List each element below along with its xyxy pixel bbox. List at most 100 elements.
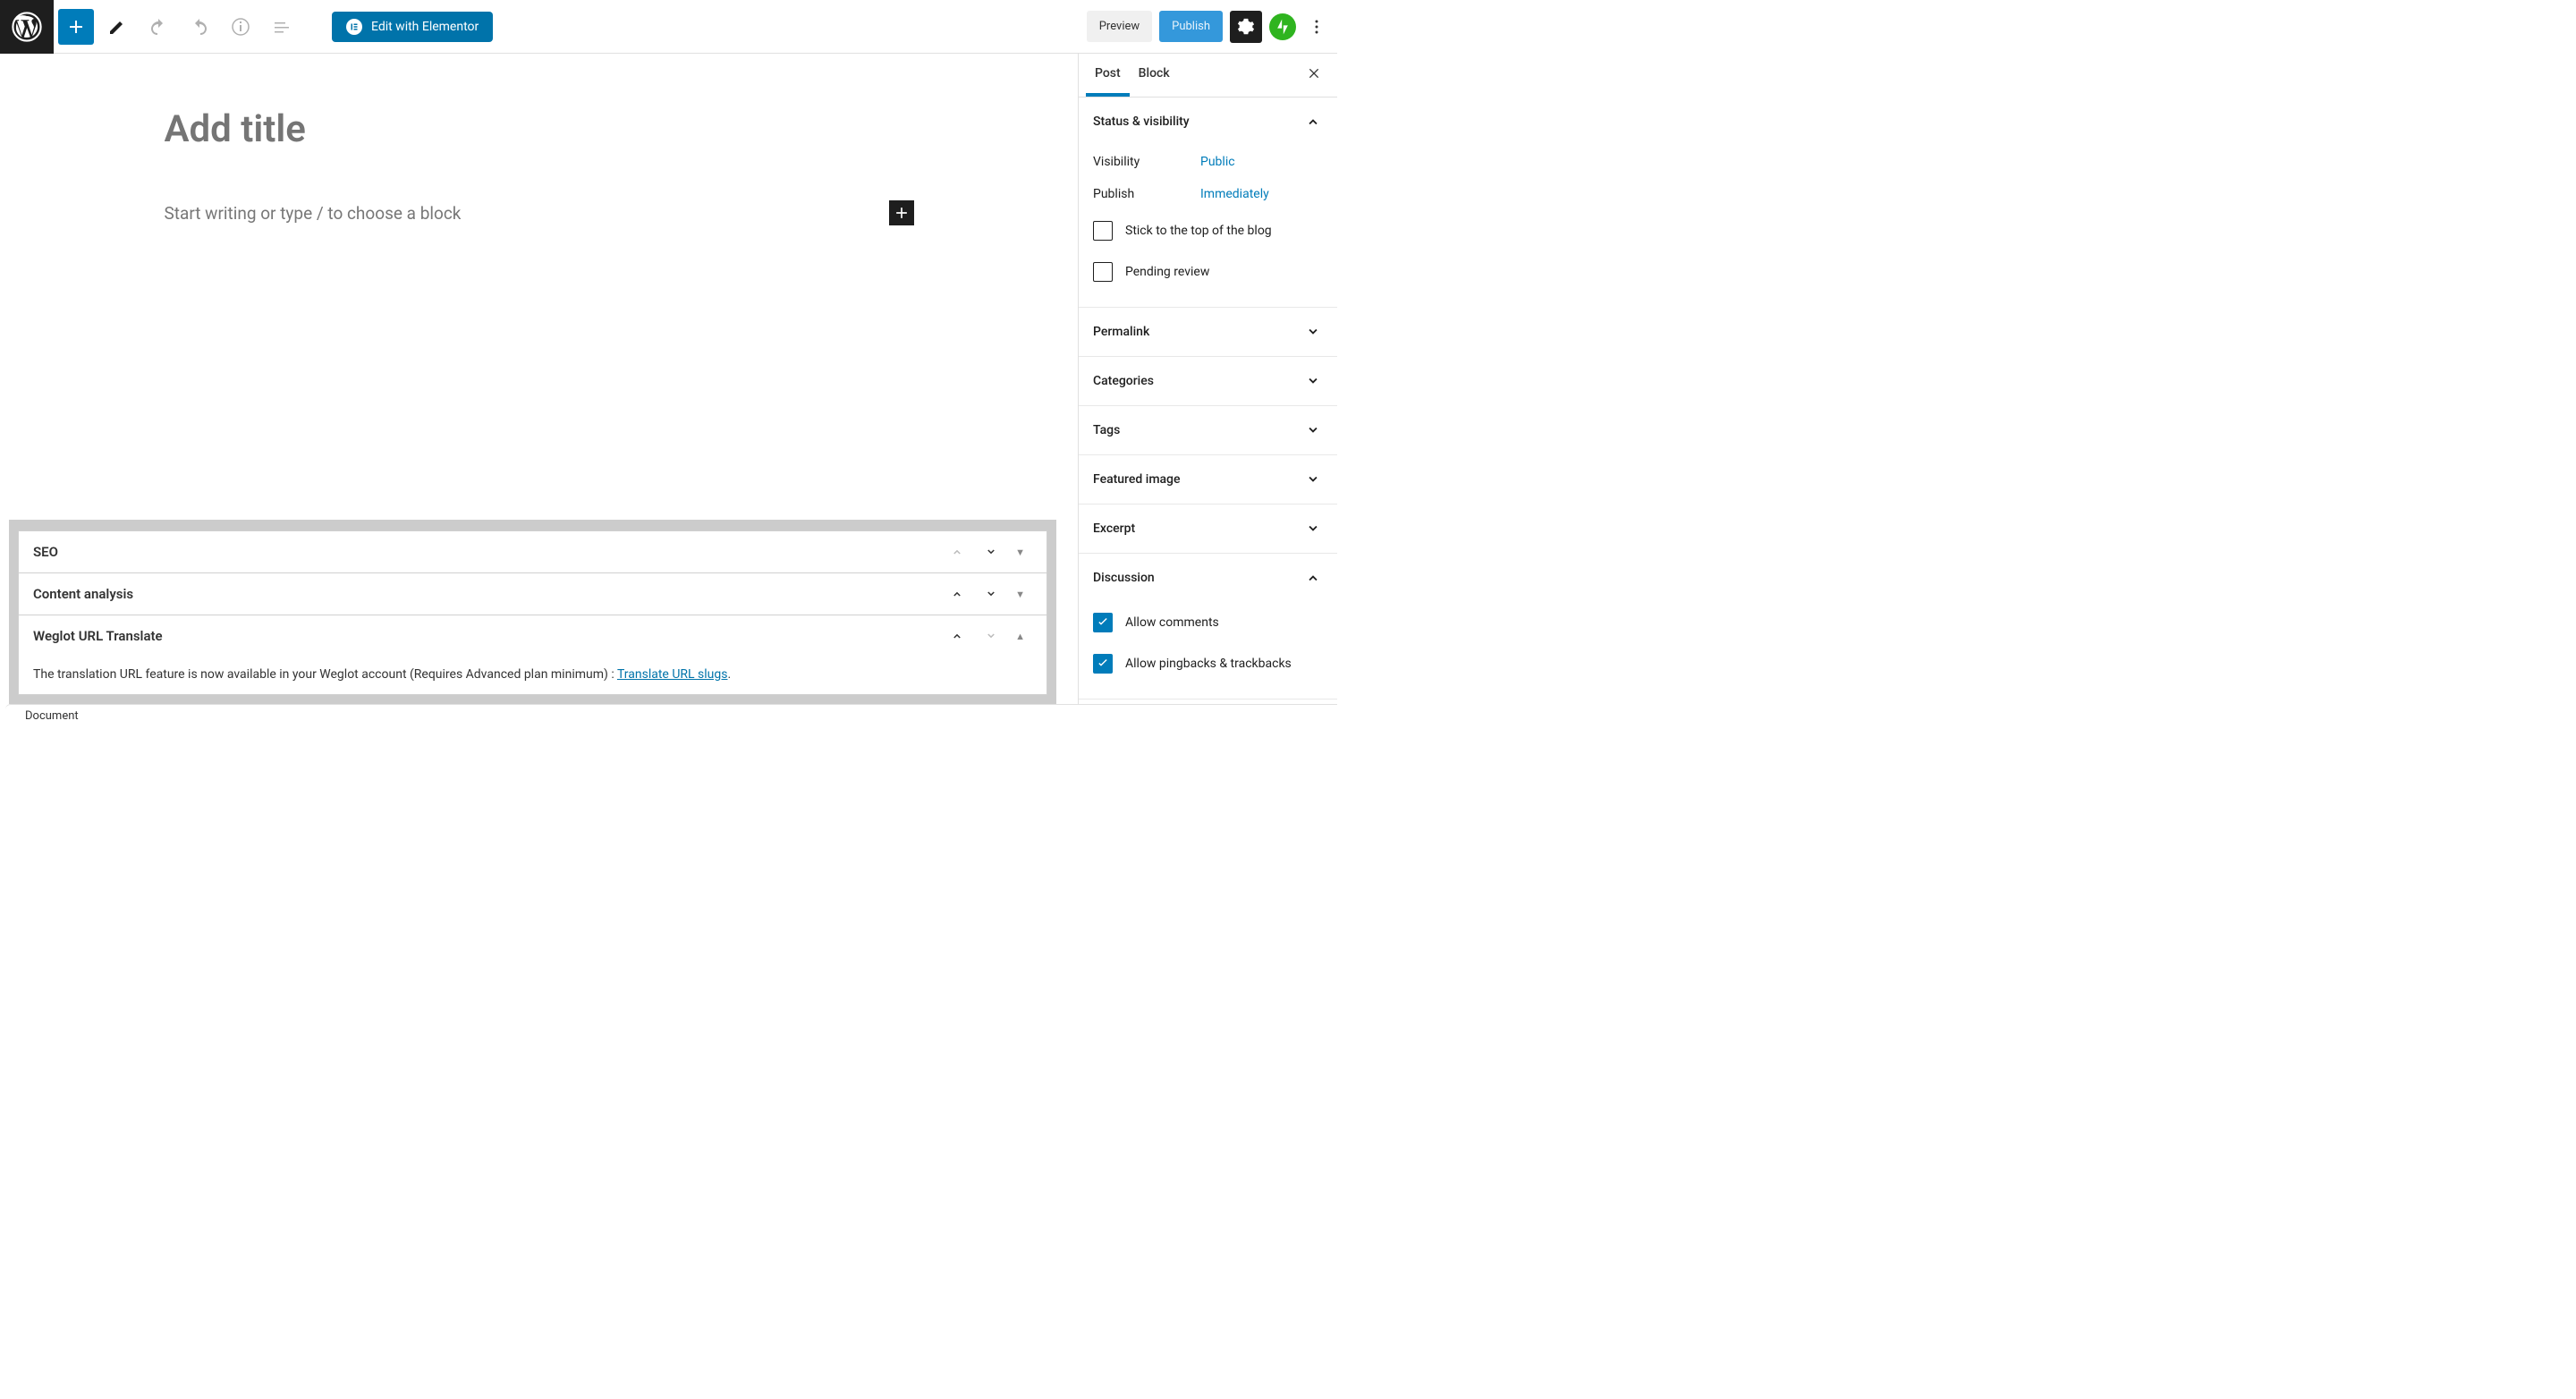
pending-label: Pending review [1125,265,1209,279]
publish-button[interactable]: Publish [1159,11,1223,42]
elementor-label: Edit with Elementor [371,20,479,34]
checkbox-pingbacks[interactable]: Allow pingbacks & trackbacks [1093,643,1323,684]
chevron-down-icon [983,628,999,644]
editor-canvas: Start writing or type / to choose a bloc… [0,54,1078,704]
panel-discussion-title: Discussion [1093,571,1155,585]
checkbox-comments[interactable]: Allow comments [1093,602,1323,643]
tab-block[interactable]: Block [1130,54,1179,97]
comments-label: Allow comments [1125,615,1219,630]
panel-status-title: Status & visibility [1093,114,1190,129]
chevron-down-icon [1303,371,1323,391]
more-options-button[interactable] [1303,11,1330,43]
metabox-content-analysis-title: Content analysis [33,586,133,602]
check-icon [1096,615,1110,630]
block-placeholder[interactable]: Start writing or type / to choose a bloc… [165,203,462,224]
move-up-button[interactable] [940,544,974,560]
metabox-content-analysis-header[interactable]: Content analysis ▼ [19,573,1046,615]
checkbox[interactable] [1093,654,1113,674]
more-vertical-icon [1306,16,1327,38]
visibility-value[interactable]: Public [1200,155,1235,169]
checkbox[interactable] [1093,262,1113,282]
metabox-weglot-content: The translation URL feature is now avail… [19,657,1046,694]
elementor-icon [346,19,362,35]
panel-tags: Tags [1079,406,1337,455]
sticky-label: Stick to the top of the blog [1125,224,1272,238]
panel-excerpt: Excerpt [1079,504,1337,554]
move-up-button[interactable] [940,586,974,602]
chevron-down-icon [983,544,999,560]
panel-discussion-body: Allow comments Allow pingbacks & trackba… [1079,602,1337,699]
redo-icon [189,16,210,38]
gear-icon [1236,17,1256,37]
chevron-up-icon [1303,568,1323,588]
preview-button[interactable]: Preview [1087,11,1152,42]
editor-content: Start writing or type / to choose a bloc… [150,107,928,225]
wordpress-icon [12,12,42,42]
panel-excerpt-header[interactable]: Excerpt [1079,504,1337,553]
undo-button[interactable] [140,9,176,45]
outline-button[interactable] [264,9,300,45]
wordpress-logo[interactable] [0,0,54,54]
publish-label: Publish [1093,187,1200,201]
metabox-seo-title: SEO [33,544,58,560]
panel-discussion-header[interactable]: Discussion [1079,554,1337,602]
metabox-weglot-title: Weglot URL Translate [33,628,163,644]
plus-icon [65,16,87,38]
footer-breadcrumb: Document [5,704,1337,726]
publish-value[interactable]: Immediately [1200,187,1269,201]
breadcrumb-document[interactable]: Document [25,709,79,723]
sidebar-tabs: Post Block [1079,54,1337,98]
close-sidebar-button[interactable] [1298,57,1330,93]
metabox-weglot: Weglot URL Translate ▲ The translation U… [18,615,1047,695]
panel-featured-header[interactable]: Featured image [1079,455,1337,504]
move-up-button[interactable] [940,628,974,644]
move-down-button[interactable] [974,628,1008,644]
tab-post[interactable]: Post [1086,54,1130,97]
toolbar-right: Preview Publish [1087,11,1337,43]
metabox-weglot-header[interactable]: Weglot URL Translate ▲ [19,615,1046,657]
add-block-button[interactable] [58,9,94,45]
row-publish: Publish Immediately [1093,178,1323,210]
checkbox[interactable] [1093,613,1113,632]
panel-categories-header[interactable]: Categories [1079,357,1337,405]
metabox-seo-header[interactable]: SEO ▼ [19,531,1046,572]
metabox-seo: SEO ▼ [18,530,1047,573]
panel-categories: Categories [1079,357,1337,406]
add-block-inline-button[interactable] [889,200,914,225]
panel-categories-title: Categories [1093,374,1154,388]
panel-tags-header[interactable]: Tags [1079,406,1337,454]
panel-excerpt-title: Excerpt [1093,521,1135,536]
chevron-up-icon [949,628,965,644]
panel-permalink-header[interactable]: Permalink [1079,308,1337,356]
toggle-button[interactable]: ▼ [1008,547,1032,558]
jetpack-button[interactable] [1269,13,1296,40]
weglot-translate-link[interactable]: Translate URL slugs [617,667,728,682]
undo-icon [148,16,169,38]
main-area: Start writing or type / to choose a bloc… [0,54,1337,704]
panel-featured-title: Featured image [1093,472,1181,487]
post-title-input[interactable] [165,107,914,151]
chevron-down-icon [1303,420,1323,440]
info-button[interactable] [223,9,258,45]
weglot-text-after: . [727,667,731,682]
jetpack-icon [1274,18,1292,36]
edit-with-elementor-button[interactable]: Edit with Elementor [332,12,493,42]
checkbox-sticky[interactable]: Stick to the top of the blog [1093,210,1323,251]
move-down-button[interactable] [974,586,1008,602]
pencil-icon [106,16,128,38]
toggle-button[interactable]: ▼ [1008,589,1032,600]
metaboxes: SEO ▼ Content analysis ▼ Weglo [9,520,1056,704]
edit-mode-button[interactable] [99,9,135,45]
move-down-button[interactable] [974,544,1008,560]
checkbox-pending[interactable]: Pending review [1093,251,1323,293]
chevron-down-icon [1303,470,1323,489]
toggle-button[interactable]: ▲ [1008,631,1032,642]
panel-status-header[interactable]: Status & visibility [1079,98,1337,146]
panel-permalink: Permalink [1079,308,1337,357]
toolbar-left: Edit with Elementor [54,9,493,45]
chevron-down-icon [983,586,999,602]
redo-button[interactable] [182,9,217,45]
block-row: Start writing or type / to choose a bloc… [165,200,914,225]
settings-button[interactable] [1230,11,1262,43]
checkbox[interactable] [1093,221,1113,241]
